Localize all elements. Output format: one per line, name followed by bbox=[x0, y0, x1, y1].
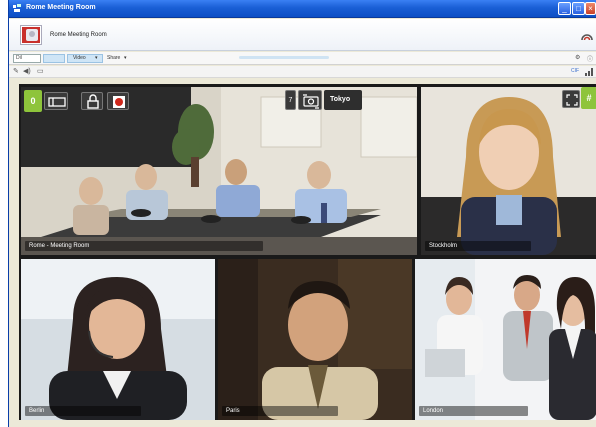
remote-index-badge: 7 bbox=[285, 90, 296, 110]
tile-caption: Rome - Meeting Room bbox=[25, 241, 263, 251]
search-input[interactable]: Dil bbox=[13, 54, 41, 63]
pencil-icon[interactable]: ✎ bbox=[13, 67, 19, 75]
menu-bar: Dil Video ▾ Share ▾ ⚙ ⓘ bbox=[9, 52, 596, 65]
grid-icon[interactable]: # bbox=[581, 87, 596, 109]
paris-video bbox=[218, 259, 412, 420]
tile-caption: Paris bbox=[222, 406, 339, 416]
maximize-button[interactable]: □ bbox=[572, 2, 585, 15]
progress-strip bbox=[239, 56, 329, 59]
layout-toggle-button[interactable] bbox=[44, 92, 68, 110]
video-grid: 0 7 Tokyo Rome - Meeting Room # Stockhol… bbox=[19, 84, 596, 420]
chevron-down-icon: ▾ bbox=[95, 55, 98, 61]
camera-switch-icon bbox=[303, 94, 319, 109]
title-bar[interactable]: Rome Meeting Room _ □ × bbox=[9, 0, 596, 18]
video-tile-stockholm[interactable]: # Stockholm bbox=[421, 87, 596, 255]
video-tile-berlin[interactable]: Berlin bbox=[21, 259, 215, 420]
window-title: Rome Meeting Room bbox=[26, 4, 96, 11]
lock-button[interactable] bbox=[81, 92, 103, 110]
chat-icon[interactable]: ▭ bbox=[37, 67, 44, 75]
menu-share[interactable]: Share bbox=[107, 55, 120, 61]
tile-caption: Berlin bbox=[25, 406, 142, 416]
view-selector[interactable] bbox=[43, 54, 65, 63]
video-tile-london[interactable]: London bbox=[415, 259, 596, 420]
tile-caption: London bbox=[419, 406, 529, 416]
chevron-down-icon: ▾ bbox=[124, 55, 127, 61]
room-name: Rome Meeting Room bbox=[50, 32, 107, 38]
minimize-button[interactable]: _ bbox=[558, 2, 571, 15]
lock-icon bbox=[87, 94, 99, 109]
stockholm-video bbox=[421, 87, 596, 255]
info-icon[interactable]: ⓘ bbox=[587, 54, 593, 63]
menu-video[interactable]: Video bbox=[73, 55, 86, 61]
record-icon bbox=[113, 96, 125, 108]
participant-count-badge[interactable]: 0 bbox=[24, 90, 42, 112]
settings-icon[interactable]: ⚙ bbox=[575, 54, 580, 61]
signal-strength-icon[interactable] bbox=[581, 31, 593, 41]
berlin-video bbox=[21, 259, 215, 420]
app-window: Rome Meeting Room _ □ × Rome Meeting Roo… bbox=[8, 0, 596, 427]
rome-video bbox=[21, 87, 417, 255]
video-tile-paris[interactable]: Paris bbox=[218, 259, 412, 420]
tile-caption: Stockholm bbox=[425, 241, 531, 251]
video-tile-rome[interactable]: 0 7 Tokyo Rome - Meeting Room bbox=[21, 87, 417, 255]
app-icon bbox=[13, 4, 21, 12]
close-button[interactable]: × bbox=[585, 2, 596, 15]
fullscreen-icon bbox=[566, 94, 578, 106]
record-button[interactable] bbox=[107, 92, 129, 110]
bars-icon bbox=[585, 68, 593, 76]
layout-grid-icon bbox=[48, 97, 66, 107]
toolbar: ✎ ◀) ▭ CIF bbox=[9, 66, 596, 78]
london-video bbox=[415, 259, 596, 420]
fullscreen-button[interactable] bbox=[562, 90, 580, 108]
room-header: Rome Meeting Room bbox=[9, 19, 596, 51]
quality-label: CIF bbox=[571, 68, 580, 74]
speaker-icon[interactable]: ◀) bbox=[23, 67, 31, 75]
remote-city-label: Tokyo bbox=[324, 90, 362, 110]
switch-camera-button[interactable] bbox=[298, 90, 322, 110]
room-avatar bbox=[20, 25, 42, 45]
